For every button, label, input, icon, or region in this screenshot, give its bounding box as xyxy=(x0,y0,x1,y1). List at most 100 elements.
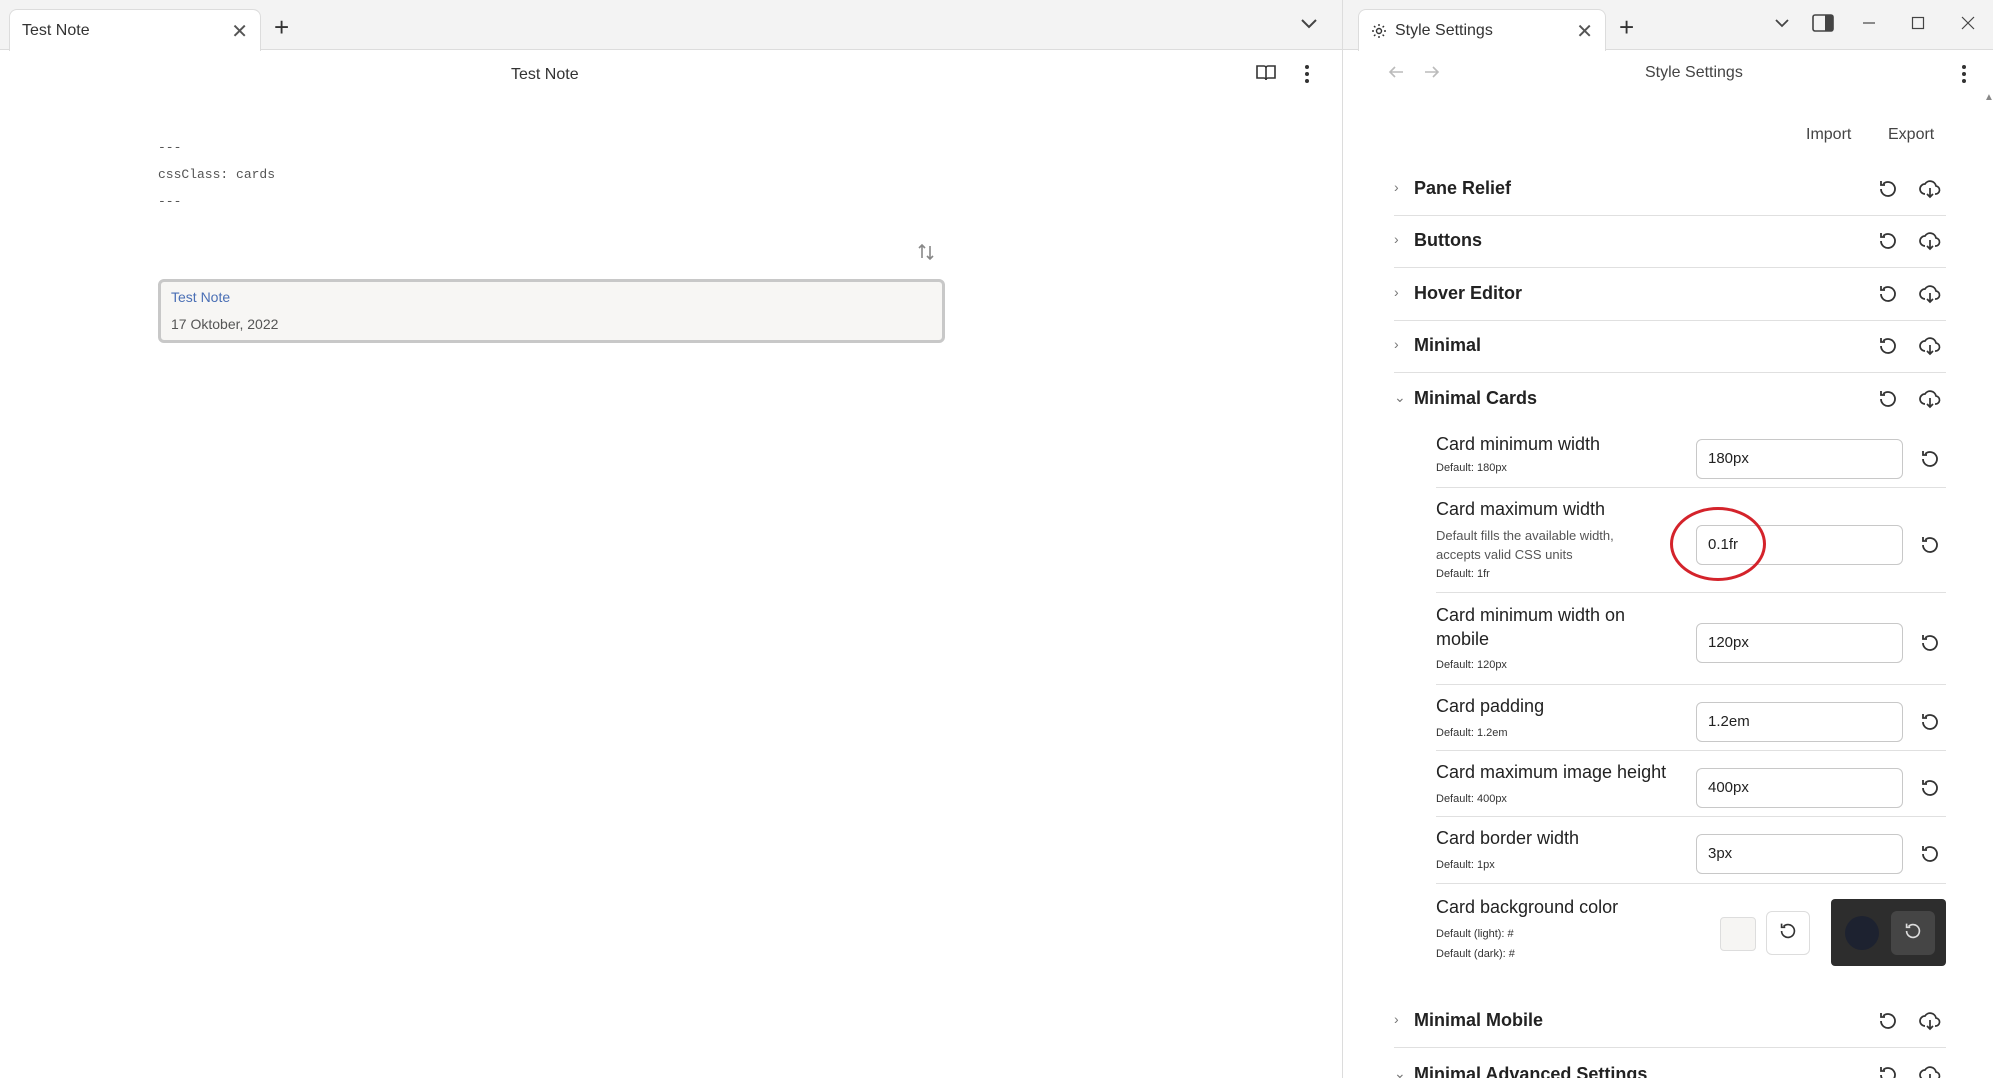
section-label: Minimal Advanced Settings xyxy=(1414,1064,1648,1078)
sort-icon[interactable] xyxy=(916,242,936,267)
style-settings-view-title: Style Settings xyxy=(1645,64,1743,81)
section-label: Minimal xyxy=(1414,335,1482,355)
export-button[interactable]: Export xyxy=(1888,126,1934,144)
maximize-window-icon[interactable] xyxy=(1911,14,1925,35)
setting-default: Default: 400px xyxy=(1436,793,1507,805)
section-hover-editor[interactable]: › Hover Editor xyxy=(1394,269,1946,321)
chevron-right-icon: › xyxy=(1394,179,1399,195)
tab-list-chevron-down-icon[interactable] xyxy=(1774,14,1790,35)
frontmatter-line: --- xyxy=(158,140,182,155)
setting-default: Default: 120px xyxy=(1436,659,1507,671)
setting-description: accepts valid CSS units xyxy=(1436,547,1573,562)
section-label: Minimal Mobile xyxy=(1414,1010,1544,1030)
section-label: Minimal Cards xyxy=(1414,388,1538,408)
right-tabbar: Style Settings ✕ + xyxy=(1343,0,1993,51)
section-label: Hover Editor xyxy=(1414,283,1523,303)
reset-icon xyxy=(1902,920,1924,947)
new-tab-plus-icon[interactable]: + xyxy=(274,12,289,43)
card-min-width-input[interactable]: 180px xyxy=(1696,439,1903,479)
setting-card-max-image-height: Card maximum image height Default: 400px… xyxy=(1436,751,1946,817)
section-minimal-cards[interactable]: ⌄ Minimal Cards xyxy=(1394,374,1946,426)
section-minimal-mobile[interactable]: › Minimal Mobile xyxy=(1394,996,1946,1048)
cloud-download-icon[interactable] xyxy=(1918,177,1942,206)
setting-description: Default fills the available width, xyxy=(1436,528,1614,543)
cloud-download-icon[interactable] xyxy=(1918,282,1942,311)
reset-icon[interactable] xyxy=(1876,1009,1900,1038)
annotation-highlight-circle xyxy=(1670,507,1766,581)
setting-name: Card minimum width xyxy=(1436,434,1601,454)
cloud-download-icon[interactable] xyxy=(1918,1009,1942,1038)
setting-default: Default: 1fr xyxy=(1436,568,1490,580)
reset-icon[interactable] xyxy=(1876,387,1900,416)
tab-list-chevron-down-icon[interactable] xyxy=(1300,14,1318,35)
section-minimal-advanced-settings[interactable]: ⌄ Minimal Advanced Settings xyxy=(1394,1050,1946,1078)
setting-name: Card padding xyxy=(1436,696,1545,716)
close-window-icon[interactable] xyxy=(1961,14,1975,35)
chevron-right-icon: › xyxy=(1394,284,1399,300)
cloud-download-icon[interactable] xyxy=(1918,1063,1942,1078)
setting-default: Default: 180px xyxy=(1436,462,1507,474)
cloud-download-icon[interactable] xyxy=(1918,229,1942,258)
close-icon[interactable]: ✕ xyxy=(1576,19,1593,44)
card-padding-input[interactable]: 1.2em xyxy=(1696,702,1903,742)
more-options-icon[interactable] xyxy=(1961,64,1967,89)
reset-icon[interactable] xyxy=(1876,1063,1900,1078)
card-border-width-input[interactable]: 3px xyxy=(1696,834,1903,874)
reset-icon[interactable] xyxy=(1876,229,1900,258)
setting-name: Card background color xyxy=(1436,897,1619,917)
back-arrow-icon[interactable] xyxy=(1387,64,1405,85)
toggle-sidebar-icon[interactable] xyxy=(1812,14,1834,37)
dark-color-swatch[interactable] xyxy=(1845,916,1879,950)
forward-arrow-icon[interactable] xyxy=(1423,64,1441,85)
cloud-download-icon[interactable] xyxy=(1918,334,1942,363)
setting-default-dark: Default (dark): # xyxy=(1436,948,1515,960)
scroll-up-arrow-icon[interactable]: ▲ xyxy=(1984,92,1993,103)
reset-icon[interactable] xyxy=(1876,177,1900,206)
reset-icon xyxy=(1777,920,1799,947)
new-tab-plus-icon[interactable]: + xyxy=(1619,12,1634,43)
tab-style-settings[interactable]: Style Settings ✕ xyxy=(1358,9,1606,51)
chevron-right-icon: › xyxy=(1394,1011,1399,1027)
left-tabbar: Test Note ✕ + xyxy=(0,0,1342,51)
setting-card-min-width: Card minimum width Default: 180px 180px xyxy=(1436,426,1946,488)
reset-icon[interactable] xyxy=(1918,447,1942,476)
dark-color-reset-button[interactable] xyxy=(1891,911,1935,955)
setting-name: Card maximum image height xyxy=(1436,762,1667,782)
tab-test-note[interactable]: Test Note ✕ xyxy=(9,9,261,51)
card-title[interactable]: Test Note xyxy=(171,289,932,305)
section-pane-relief[interactable]: › Pane Relief xyxy=(1394,164,1946,216)
section-minimal[interactable]: › Minimal xyxy=(1394,321,1946,373)
note-card[interactable]: Test Note 17 Oktober, 2022 xyxy=(158,279,945,343)
light-color-reset-button[interactable] xyxy=(1766,911,1810,955)
reset-icon[interactable] xyxy=(1918,710,1942,739)
note-pane: Test Note ✕ + Test Note --- cssClass: ca… xyxy=(0,0,1342,1078)
close-icon[interactable]: ✕ xyxy=(231,19,248,44)
reset-icon[interactable] xyxy=(1876,334,1900,363)
section-label: Pane Relief xyxy=(1414,178,1512,198)
setting-card-border-width: Card border width Default: 1px 3px xyxy=(1436,817,1946,884)
tab-label: Test Note xyxy=(22,21,90,39)
reading-view-book-icon[interactable] xyxy=(1255,64,1277,87)
minimize-window-icon[interactable] xyxy=(1862,14,1876,35)
chevron-down-icon: ⌄ xyxy=(1394,389,1406,405)
cloud-download-icon[interactable] xyxy=(1918,387,1942,416)
section-buttons[interactable]: › Buttons xyxy=(1394,216,1946,268)
card-max-image-height-input[interactable]: 400px xyxy=(1696,768,1903,808)
reset-icon[interactable] xyxy=(1918,842,1942,871)
frontmatter-block[interactable]: --- cssClass: cards --- xyxy=(158,134,275,215)
reset-icon[interactable] xyxy=(1876,282,1900,311)
card-date: 17 Oktober, 2022 xyxy=(171,316,279,332)
reset-icon[interactable] xyxy=(1918,533,1942,562)
setting-name: Card border width xyxy=(1436,828,1580,848)
setting-card-padding: Card padding Default: 1.2em 1.2em xyxy=(1436,685,1946,751)
reset-icon[interactable] xyxy=(1918,776,1942,805)
setting-name: Card maximum width xyxy=(1436,499,1606,519)
setting-default: Default: 1.2em xyxy=(1436,727,1508,739)
import-button[interactable]: Import xyxy=(1806,126,1851,144)
card-min-width-mobile-input[interactable]: 120px xyxy=(1696,623,1903,663)
more-options-icon[interactable] xyxy=(1304,64,1310,89)
tab-label: Style Settings xyxy=(1395,21,1493,39)
light-color-swatch[interactable] xyxy=(1720,917,1756,951)
setting-card-min-width-mobile: Card minimum width on mobile Default: 12… xyxy=(1436,593,1946,685)
reset-icon[interactable] xyxy=(1918,631,1942,660)
